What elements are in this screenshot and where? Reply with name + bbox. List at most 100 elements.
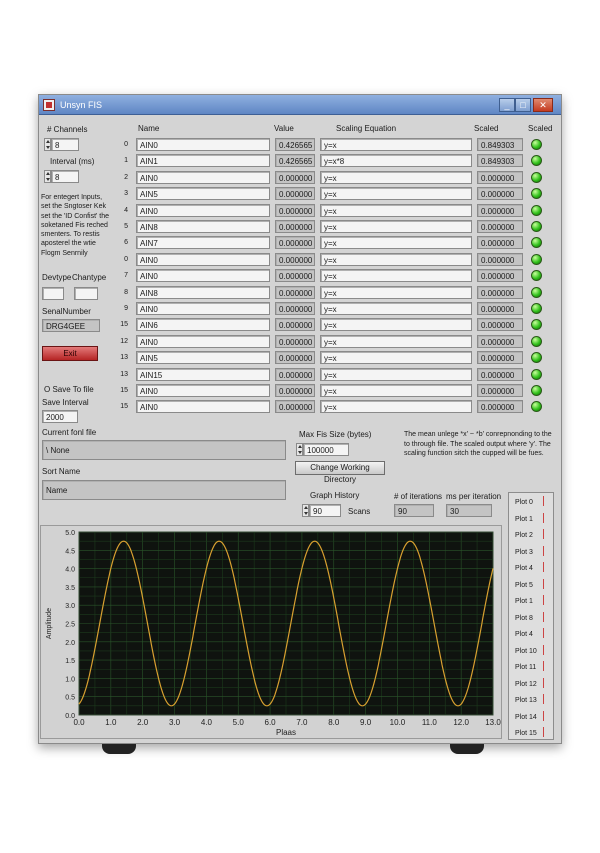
channel-name-field[interactable]: AIN0 [136, 171, 270, 184]
ms-per-iteration-label: ms per iteration [446, 492, 502, 501]
scaling-equation-field[interactable]: y=x [320, 204, 472, 217]
plot-legend-list[interactable]: Plot 0 Plot 1 Plot 2 Plot 3 Plot 4 Plot 5 Plot… [508, 492, 554, 740]
plot-legend-item[interactable]: Plot 4 [515, 565, 533, 572]
scaling-equation-field[interactable]: y=x [320, 384, 472, 397]
raw-value-field: 0.000000 [275, 302, 315, 315]
channel-name-field[interactable]: AIN8 [136, 286, 270, 299]
channel-name-field[interactable]: AIN6 [136, 318, 270, 331]
scaling-equation-field[interactable]: y=x [320, 286, 472, 299]
spinner-arrows-icon[interactable] [302, 504, 309, 517]
minimize-button[interactable]: _ [499, 98, 515, 112]
close-button[interactable]: ✕ [533, 98, 553, 112]
scaling-equation-field[interactable]: y=x [320, 220, 472, 233]
channel-name-field[interactable]: AIN0 [136, 253, 270, 266]
chantype-field[interactable] [74, 287, 98, 300]
plot-legend-item[interactable]: Plot 1 [515, 598, 533, 605]
scaling-equation-field[interactable]: y=x [320, 269, 472, 282]
channel-name-field[interactable]: AIN0 [136, 400, 270, 413]
spinner-arrows-icon[interactable] [44, 170, 51, 183]
raw-value-field: 0.000000 [275, 351, 315, 364]
row-index: 13 [120, 354, 128, 361]
plot-legend-item[interactable]: Plot 0 [515, 499, 533, 506]
plot-legend-item[interactable]: Plot 1 [515, 516, 533, 523]
row-index: 15 [120, 403, 128, 410]
plot-legend-item[interactable]: Plot 12 [515, 681, 537, 688]
plot-legend-item[interactable]: Plot 11 [515, 664, 536, 671]
channels-field[interactable]: 8 [51, 138, 79, 151]
scaling-equation-field[interactable]: y=x [320, 253, 472, 266]
window-foot-left [102, 744, 136, 754]
scaling-equation-field[interactable]: y=x [320, 368, 472, 381]
channel-name-field[interactable]: AIN7 [136, 236, 270, 249]
x-tick-label: 9.0 [360, 718, 372, 727]
channel-name-field[interactable]: AIN1 [136, 154, 270, 167]
channel-name-field[interactable]: AIN15 [136, 368, 270, 381]
graph-history-stepper[interactable]: 90 [302, 504, 341, 517]
scaling-equation-field[interactable]: y=x [320, 171, 472, 184]
plot-legend-item[interactable]: Plot 2 [515, 532, 533, 539]
channel-name-field[interactable]: AIN0 [136, 204, 270, 217]
channel-name-field[interactable]: AIN5 [136, 351, 270, 364]
plot-line-style-icon [543, 529, 551, 539]
raw-value-field: 0.000000 [275, 253, 315, 266]
title-bar: Unsyn FIS _ □ ✕ [39, 95, 561, 115]
scaling-equation-field[interactable]: y=x*8 [320, 154, 472, 167]
scaling-equation-field[interactable]: y=x [320, 351, 472, 364]
raw-value-field: 0.000000 [275, 187, 315, 200]
interval-field[interactable]: 8 [51, 170, 79, 183]
plot-legend-item[interactable]: Plot 15 [515, 730, 537, 737]
channel-name-field[interactable]: AIN8 [136, 220, 270, 233]
row-index: 13 [120, 371, 128, 378]
y-tick-label: 0.0 [65, 713, 75, 720]
exit-button[interactable]: Exit [42, 346, 98, 361]
scaling-equation-field[interactable]: y=x [320, 400, 472, 413]
scaling-equation-field[interactable]: y=x [320, 236, 472, 249]
scaling-equation-field[interactable]: y=x [320, 302, 472, 315]
spinner-arrows-icon[interactable] [44, 138, 51, 151]
channel-name-field[interactable]: AIN5 [136, 187, 270, 200]
scaling-equation-field[interactable]: y=x [320, 335, 472, 348]
y-tick-label: 1.5 [65, 658, 75, 665]
raw-value-field: 0.000000 [275, 368, 315, 381]
y-tick-label: 0.5 [65, 695, 75, 702]
x-tick-label: 4.0 [201, 718, 213, 727]
plot-legend-item[interactable]: Plot 8 [515, 615, 533, 622]
max-file-size-field[interactable]: 100000 [303, 443, 349, 456]
scaling-equation-field[interactable]: y=x [320, 138, 472, 151]
plot-legend-item[interactable]: Plot 3 [515, 549, 533, 556]
row-index: 1 [124, 157, 128, 164]
channel-name-field[interactable]: AIN0 [136, 384, 270, 397]
channel-name-field[interactable]: AIN0 [136, 138, 270, 151]
plot-legend-item[interactable]: Plot 5 [515, 582, 533, 589]
raw-value-field: 0.000000 [275, 335, 315, 348]
devtype-field[interactable] [42, 287, 64, 300]
change-directory-button[interactable]: Change Working Directory [295, 461, 385, 484]
scaling-equation-field[interactable]: y=x [320, 187, 472, 200]
scaled-value-field: 0.000000 [477, 318, 523, 331]
channels-stepper[interactable]: 8 [44, 138, 79, 151]
short-name-field[interactable]: Name [42, 480, 286, 500]
y-tick-label: 3.5 [65, 585, 75, 592]
plot-legend-item[interactable]: Plot 4 [515, 631, 533, 638]
col-header-status: Scaled [528, 124, 553, 133]
save-to-file-checkbox[interactable]: O Save To file [44, 385, 94, 394]
graph-history-field[interactable]: 90 [309, 504, 341, 517]
scaling-equation-field[interactable]: y=x [320, 318, 472, 331]
max-file-size-stepper[interactable]: 100000 [296, 443, 349, 456]
scaled-value-field: 0.849303 [477, 138, 523, 151]
plot-legend-item[interactable]: Plot 14 [515, 714, 537, 721]
spinner-arrows-icon[interactable] [296, 443, 303, 456]
interval-stepper[interactable]: 8 [44, 170, 79, 183]
save-interval-field[interactable]: 2000 [42, 410, 78, 423]
channel-name-field[interactable]: AIN0 [136, 302, 270, 315]
y-tick-label: 5.0 [65, 530, 75, 537]
plot-legend-item[interactable]: Plot 10 [515, 648, 537, 655]
maximize-button[interactable]: □ [515, 98, 531, 112]
close-icon: ✕ [539, 100, 547, 110]
status-led-icon [531, 385, 542, 396]
channel-name-field[interactable]: AIN0 [136, 269, 270, 282]
channel-name-field[interactable]: AIN0 [136, 335, 270, 348]
plot-legend-item[interactable]: Plot 13 [515, 697, 537, 704]
y-tick-label: 1.0 [65, 676, 75, 683]
row-index: 2 [124, 174, 128, 181]
